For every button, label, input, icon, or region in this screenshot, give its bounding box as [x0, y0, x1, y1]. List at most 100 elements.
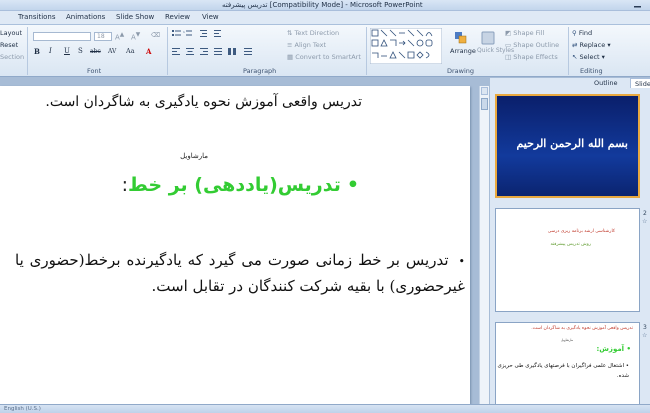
bullet-icon: •	[624, 363, 629, 369]
underline-button[interactable]: U	[64, 47, 70, 56]
bold-button[interactable]: B	[34, 47, 40, 56]
editing-group-label: Editing	[580, 67, 603, 75]
ribbon-tabs: Transitions Animations Slide Show Review…	[0, 11, 650, 24]
text-direction-icon: ⇅	[287, 29, 295, 37]
slide-thumbnail-1[interactable]: بسم الله الرحمن الرحیم	[495, 94, 640, 198]
thumbnail-text: روش تدریس پیشرفته	[550, 242, 591, 247]
alignment-buttons-icon[interactable]	[172, 47, 262, 56]
select-label: Select	[579, 53, 600, 61]
find-button[interactable]: ⚲ Find	[572, 29, 592, 38]
language-indicator[interactable]: English (U.S.)	[4, 405, 41, 413]
group-separator	[366, 27, 367, 75]
status-bar: English (U.S.)	[0, 404, 650, 413]
svg-text:1: 1	[183, 30, 185, 34]
slide-number: 2	[643, 210, 647, 217]
shape-outline-button[interactable]: ▭ Shape Outline	[505, 41, 559, 50]
tab-outline[interactable]: Outline	[590, 78, 622, 88]
text-direction-label: Text Direction	[294, 29, 340, 37]
list-buttons-icon[interactable]: 1	[172, 29, 228, 39]
shape-effects-label: Shape Effects	[513, 53, 558, 61]
thumbnail-text: کارشناسی ارشد برنامه ریزی درسی	[547, 229, 615, 234]
char-spacing-button[interactable]: AV	[108, 47, 116, 56]
bullet-icon: •	[624, 345, 632, 353]
group-separator	[568, 27, 569, 75]
scroll-up-icon[interactable]	[481, 87, 488, 95]
thumbnail-text: بسم الله الرحمن الرحیم	[516, 137, 628, 150]
current-slide[interactable]: تدریس واقعی آموزش نحوه یادگیری به شاگردا…	[0, 86, 470, 404]
slide-body-text: تدریس بر خط زمانی صورت می گیرد که یادگیر…	[15, 251, 465, 295]
arrange-icon[interactable]	[454, 31, 468, 45]
thumbnail-text: • آموزش:	[596, 345, 631, 353]
text-direction-button[interactable]: ⇅ Text Direction	[287, 29, 339, 38]
shape-fill-icon: ◩	[505, 29, 514, 37]
slide-author[interactable]: مارشاویل	[180, 152, 208, 160]
replace-button[interactable]: ⇄ Replace ▾	[572, 41, 611, 50]
slide-heading-text: تدریس(یاددهی) بر خط	[128, 174, 341, 196]
cursor-icon: ↖	[572, 53, 580, 61]
reset-button[interactable]: Reset	[0, 41, 18, 50]
drawing-group-label: Drawing	[447, 67, 475, 75]
layout-button[interactable]: Layout	[0, 29, 22, 38]
replace-label: Replace	[579, 41, 606, 49]
smartart-icon: ▦	[287, 53, 296, 61]
font-name-combo[interactable]	[33, 32, 91, 41]
group-separator	[27, 27, 28, 75]
slides-pane: Outline Slides بسم الله الرحمن الرحیم 2 …	[490, 78, 650, 413]
thumbnail-text: تدریس واقعی آموزش نحوه یادگیری به شاگردا…	[531, 326, 633, 331]
slide-number: 3	[643, 324, 647, 331]
font-size-combo[interactable]: 18	[94, 32, 112, 41]
ribbon: Layout Reset Section 18 A▲ A▼ ⌫ B I U S …	[0, 24, 650, 77]
tab-slide-show[interactable]: Slide Show	[116, 11, 154, 24]
replace-icon: ⇄	[572, 41, 580, 49]
slide-body[interactable]: •تدریس بر خط زمانی صورت می گیرد که یادگی…	[15, 248, 465, 299]
shape-outline-label: Shape Outline	[513, 41, 560, 49]
select-button[interactable]: ↖ Select ▾	[572, 53, 605, 62]
shape-fill-button[interactable]: ◩ Shape Fill	[505, 29, 544, 38]
shape-effects-button[interactable]: ◫ Shape Effects	[505, 53, 558, 62]
bullet-icon: •	[346, 174, 359, 196]
vertical-scrollbar[interactable]	[479, 86, 489, 404]
minimize-icon[interactable]	[631, 1, 644, 9]
slide-thumbnail-3[interactable]: تدریس واقعی آموزش نحوه یادگیری به شاگردا…	[495, 322, 640, 413]
find-label: Find	[578, 29, 593, 37]
tab-view[interactable]: View	[202, 11, 219, 24]
slide-text-line[interactable]: تدریس واقعی آموزش نحوه یادگیری به شاگردا…	[45, 94, 362, 110]
change-case-button[interactable]: Aa	[126, 47, 135, 56]
convert-smartart-label: Convert to SmartArt	[295, 53, 361, 61]
tab-transitions[interactable]: Transitions	[18, 11, 56, 24]
tab-review[interactable]: Review	[165, 11, 190, 24]
italic-button[interactable]: I	[49, 47, 52, 56]
binoculars-icon: ⚲	[572, 29, 579, 37]
thumbnail-text: مارشاویل	[561, 338, 573, 342]
slide-editor: تدریس واقعی آموزش نحوه یادگیری به شاگردا…	[0, 78, 478, 404]
group-separator	[167, 27, 168, 75]
tab-animations[interactable]: Animations	[66, 11, 105, 24]
thumbnail-heading: آموزش:	[596, 345, 625, 353]
align-text-label: Align Text	[294, 41, 327, 49]
window-title: تدریس پیشرفته [Compatibility Mode] - Mic…	[222, 1, 423, 9]
shape-fill-label: Shape Fill	[513, 29, 545, 37]
section-button[interactable]: Section	[0, 53, 24, 62]
quick-styles-icon[interactable]	[481, 31, 495, 45]
thumbnail-text: • اشتغال علمی فراگیران با فرصتهای یادگیر…	[496, 361, 629, 381]
animation-star-icon: ☆	[642, 218, 648, 225]
shadow-button[interactable]: S	[78, 47, 83, 56]
shapes-gallery-icon[interactable]	[370, 28, 442, 64]
chevron-down-icon: ▾	[607, 41, 611, 49]
slide-heading[interactable]: •تدریس(یاددهی) بر خط:	[122, 174, 359, 196]
font-group-label: Font	[87, 67, 102, 75]
align-text-button[interactable]: ≡ Align Text	[287, 41, 326, 50]
font-color-icon[interactable]: A	[146, 47, 151, 56]
grow-font-icon[interactable]: A▲	[115, 31, 124, 42]
chevron-down-icon: ▾	[601, 53, 605, 61]
strikethrough-button[interactable]: abc	[90, 47, 101, 56]
tab-slides[interactable]: Slides	[630, 78, 650, 88]
arrange-button[interactable]: Arrange	[450, 47, 476, 56]
shrink-font-icon[interactable]: A▼	[131, 31, 140, 42]
bullet-icon: •	[458, 255, 466, 268]
convert-smartart-button[interactable]: ▦ Convert to SmartArt	[287, 53, 361, 62]
thumbnail-body: اشتغال علمی فراگیران با فرصتهای یادگیری …	[497, 363, 629, 379]
clear-format-icon[interactable]: ⌫	[151, 31, 160, 40]
scrollbar-thumb[interactable]	[481, 98, 488, 110]
slide-thumbnail-2[interactable]: کارشناسی ارشد برنامه ریزی درسی روش تدریس…	[495, 208, 640, 312]
